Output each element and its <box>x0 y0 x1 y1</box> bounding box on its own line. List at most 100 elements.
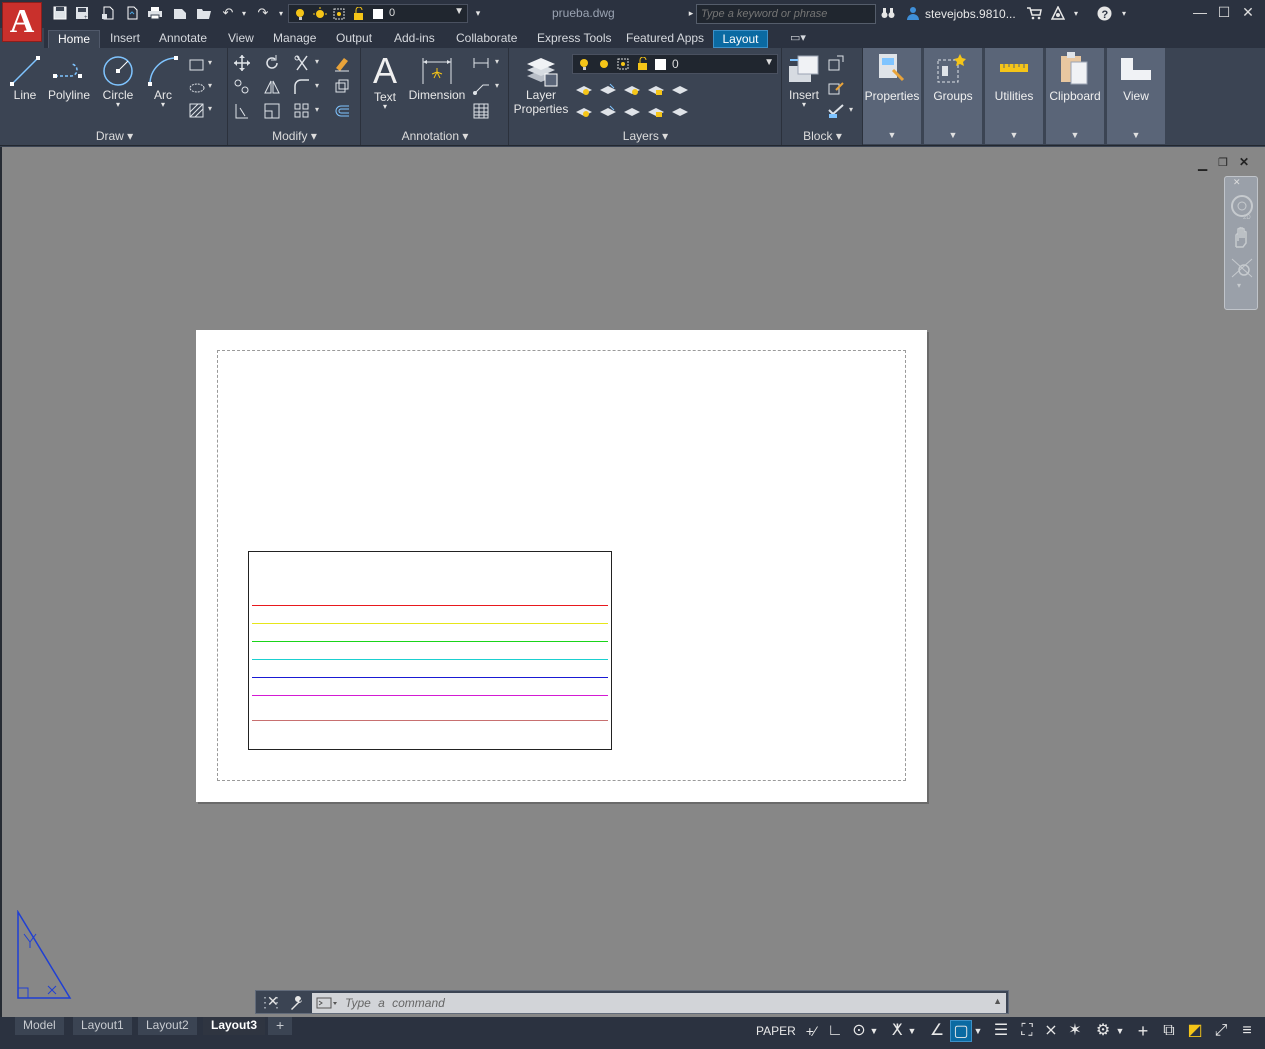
save-to-web-icon[interactable] <box>124 5 140 21</box>
array-icon[interactable] <box>293 102 311 120</box>
help-icon[interactable]: ? <box>1096 5 1112 21</box>
yellow-line[interactable] <box>252 623 608 624</box>
hardware-acceleration-icon[interactable]: ◩ <box>1184 1020 1206 1042</box>
tab-collaborate[interactable]: Collaborate <box>456 30 517 48</box>
layers-panel-title[interactable]: Layers ▾ <box>510 129 781 143</box>
selection-cycling-icon[interactable]: ⛶ <box>1016 1020 1038 1042</box>
chevron-down-icon[interactable]: ▾ <box>1237 281 1241 290</box>
chevron-up-icon[interactable]: ▲ <box>993 996 1002 1006</box>
tab-layout[interactable]: Layout <box>713 30 768 48</box>
dimension-button[interactable]: Dimension <box>406 54 468 102</box>
arc-button[interactable]: Arc ▾ <box>144 54 182 109</box>
user-icon[interactable] <box>905 5 921 21</box>
add-layout-icon[interactable]: + <box>268 1017 293 1035</box>
layout3-tab[interactable]: Layout3 <box>203 1017 266 1035</box>
chevron-down-icon[interactable]: ▾ <box>315 81 319 90</box>
tab-add-ins[interactable]: Add-ins <box>394 30 435 48</box>
customization-menu-icon[interactable]: ≡ <box>1236 1020 1258 1042</box>
green-line[interactable] <box>252 641 608 642</box>
table-icon[interactable] <box>472 102 490 120</box>
leader-icon[interactable] <box>472 78 490 96</box>
tab-insert[interactable]: Insert <box>110 30 140 48</box>
chevron-down-icon[interactable]: ▾ <box>849 105 853 114</box>
layer-properties-button[interactable]: Layer Properties <box>510 52 572 116</box>
zoom-extents-icon[interactable] <box>1230 257 1254 279</box>
utilities-panel-button[interactable]: Utilities ▼ <box>985 48 1043 144</box>
close-icon[interactable]: ✕ <box>1239 155 1249 169</box>
lineweight-icon[interactable]: ☰ <box>990 1020 1012 1042</box>
clean-screen-icon[interactable]: ⤢ <box>1210 1020 1232 1042</box>
new-icon[interactable] <box>52 5 68 21</box>
autodesk-app-icon[interactable] <box>1050 5 1066 21</box>
rectangle-icon[interactable] <box>188 56 206 74</box>
edit-attributes-icon[interactable] <box>827 102 845 120</box>
isometric-drafting-icon[interactable]: ∠ <box>926 1020 948 1042</box>
redo-icon[interactable]: ↷ <box>255 5 271 21</box>
mirror-icon[interactable] <box>263 78 281 96</box>
workspace-switching-icon[interactable]: ⚙ <box>1092 1020 1114 1042</box>
snap-mode-icon[interactable]: ∟ <box>824 1020 846 1042</box>
paper-space-toggle[interactable]: PAPER <box>756 1024 796 1038</box>
text-button[interactable]: A Text ▾ <box>366 52 404 111</box>
block-panel-title[interactable]: Block ▾ <box>783 129 862 143</box>
insert-button[interactable]: Insert ▾ <box>785 52 823 109</box>
customize-quick-access-icon[interactable]: ▾ <box>470 5 486 21</box>
hatch-icon[interactable] <box>188 102 206 120</box>
layout2-tab[interactable]: Layout2 <box>138 1017 197 1035</box>
tab-manage[interactable]: Manage <box>273 30 316 48</box>
application-menu-button[interactable]: A <box>2 2 42 42</box>
stretch-icon[interactable] <box>233 102 251 120</box>
red-line[interactable] <box>252 605 608 606</box>
modify-panel-title[interactable]: Modify ▾ <box>229 129 360 143</box>
clipboard-panel-button[interactable]: Clipboard ▼ <box>1046 48 1104 144</box>
chevron-down-icon[interactable]: ▼ <box>906 1020 918 1042</box>
annotation-panel-title[interactable]: Annotation ▾ <box>362 129 508 143</box>
layer-dropdown[interactable]: 0 ▼ <box>572 54 778 74</box>
tab-featured-apps[interactable]: Featured Apps <box>626 30 704 48</box>
polar-tracking-icon[interactable]: ⊙ <box>848 1020 870 1042</box>
chevron-down-icon[interactable]: ▼ <box>454 6 464 17</box>
layout-viewport[interactable] <box>248 551 612 750</box>
tab-annotate[interactable]: Annotate <box>159 30 207 48</box>
blue-line[interactable] <box>252 677 608 678</box>
print-icon[interactable] <box>147 5 163 21</box>
offset-icon[interactable] <box>333 102 351 120</box>
object-snap-icon[interactable]: ⵅ <box>886 1020 908 1042</box>
chevron-down-icon[interactable]: ▾ <box>144 101 182 109</box>
chevron-down-icon[interactable]: ▾ <box>785 101 823 109</box>
quick-layer-dropdown[interactable]: 0 ▼ <box>288 4 468 23</box>
ribbon-toggle-icon[interactable]: ▭▾ <box>790 30 806 48</box>
chevron-down-icon[interactable]: ▾ <box>315 57 319 66</box>
tab-output[interactable]: Output <box>336 30 372 48</box>
groups-panel-button[interactable]: Groups ▼ <box>924 48 982 144</box>
chevron-down-icon[interactable]: ▾ <box>208 58 212 67</box>
chevron-down-icon[interactable]: ▾ <box>208 104 212 113</box>
trim-icon[interactable] <box>293 54 311 72</box>
chevron-down-icon[interactable]: ▼ <box>764 57 774 68</box>
open-icon[interactable] <box>196 5 212 21</box>
pink-line[interactable] <box>252 720 608 721</box>
draw-panel-title[interactable]: Draw ▾ <box>2 129 227 143</box>
rotate-icon[interactable] <box>263 54 281 72</box>
minimize-icon[interactable]: — <box>1190 4 1210 22</box>
explode-icon[interactable] <box>333 78 351 96</box>
layout1-tab[interactable]: Layout1 <box>73 1017 132 1035</box>
edit-block-icon[interactable] <box>827 78 845 96</box>
chevron-down-icon[interactable]: ▾ <box>495 57 499 66</box>
chevron-down-icon[interactable]: ▾ <box>495 81 499 90</box>
isolate-objects-icon[interactable]: ⧉ <box>1158 1020 1180 1042</box>
view-panel-button[interactable]: View ▼ <box>1107 48 1165 144</box>
linear-dimension-icon[interactable] <box>472 54 490 72</box>
plot-icon[interactable] <box>172 5 188 21</box>
fillet-icon[interactable] <box>293 78 311 96</box>
ellipse-icon[interactable] <box>188 79 206 97</box>
chevron-down-icon[interactable]: ▾ <box>1116 5 1132 21</box>
undo-icon[interactable]: ↶ <box>220 5 236 21</box>
move-icon[interactable] <box>233 54 251 72</box>
chevron-down-icon[interactable]: ▾ <box>208 81 212 90</box>
chevron-down-icon[interactable]: ▼ <box>972 1020 984 1042</box>
close-icon[interactable]: ✕ <box>267 993 279 1010</box>
save-icon[interactable]: + <box>74 5 90 21</box>
tab-express-tools[interactable]: Express Tools <box>537 30 611 48</box>
tab-home[interactable]: Home <box>48 30 100 48</box>
